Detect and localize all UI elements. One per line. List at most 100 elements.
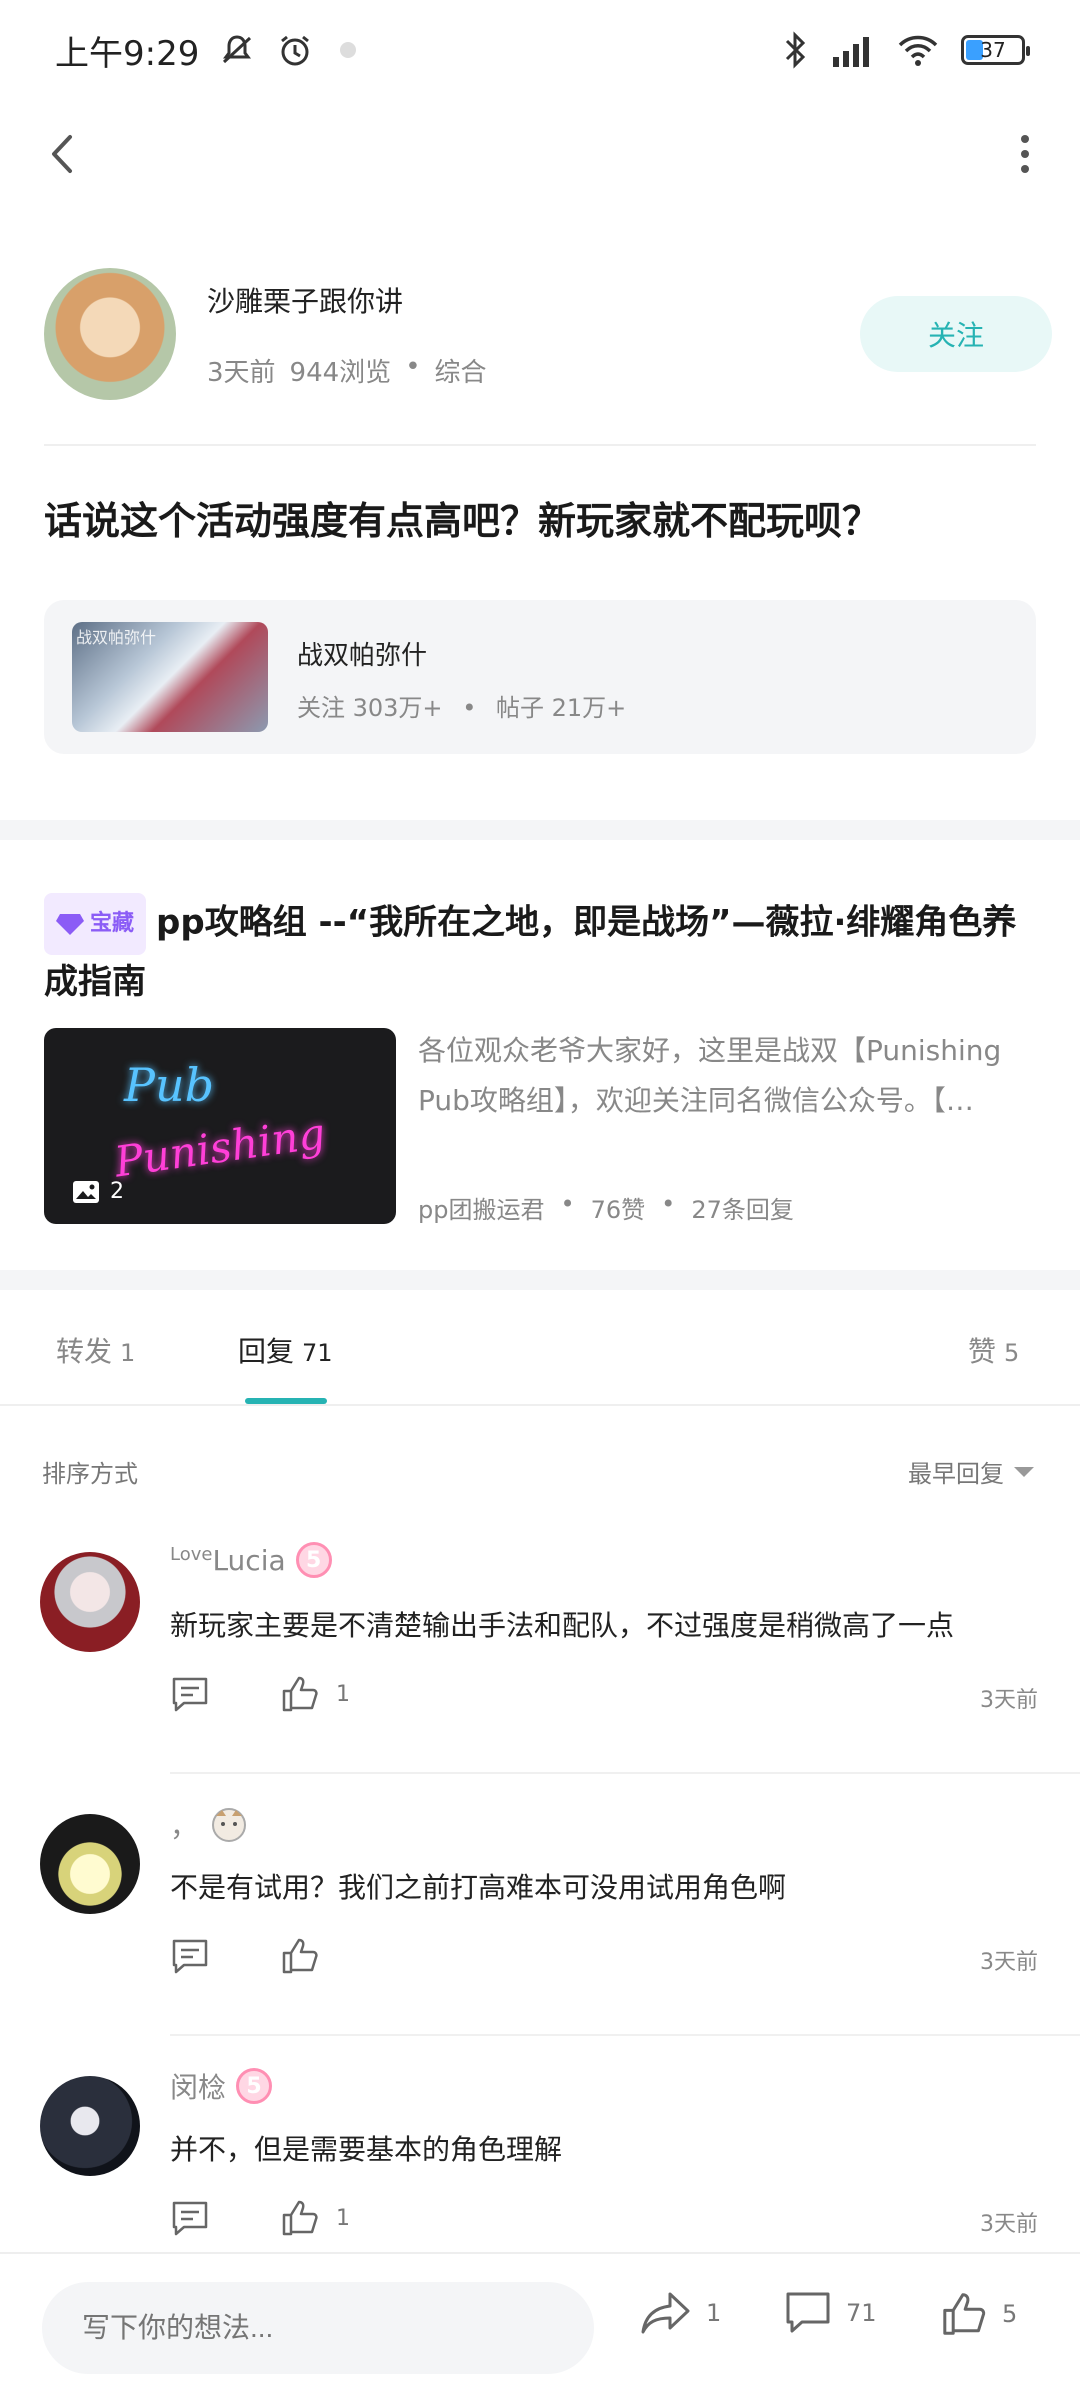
author-header: 沙雕栗子跟你讲 3天前 944浏览 • 综合 关注 <box>44 268 1052 400</box>
post-meta: 3天前 944浏览 • 综合 <box>207 352 487 389</box>
signal-icon <box>833 37 869 67</box>
like-post-button[interactable]: 5 <box>940 2290 1017 2338</box>
image-count-value: 2 <box>110 1179 124 1204</box>
meta-dot: • <box>661 1190 676 1218</box>
game-followers: 关注 303万+ <box>297 694 443 722</box>
commenter-name[interactable]: 闵棯 5 <box>170 2066 273 2106</box>
author-avatar[interactable] <box>44 268 176 400</box>
like-count: 1 <box>336 2205 350 2231</box>
reply-icon <box>172 2201 208 2236</box>
treasure-badge: 宝藏 <box>44 893 147 955</box>
tab-label: 回复 <box>238 1335 295 1368</box>
comment-actions: 1 <box>170 2198 350 2238</box>
comment-time: 3天前 <box>980 1688 1038 1713</box>
sort-dropdown[interactable]: 最早回复 <box>908 1454 1034 1489</box>
game-thumb-watermark: 战双帕弥什 <box>76 628 157 647</box>
thumbs-up-icon <box>282 1938 318 1974</box>
post-category: 综合 <box>434 358 487 388</box>
name-text: ， <box>170 1810 199 1843</box>
tab-count: 71 <box>302 1339 333 1367</box>
like-button[interactable] <box>280 1936 336 1976</box>
tab-label: 转发 <box>56 1335 113 1368</box>
image-count: 2 <box>72 1179 124 1204</box>
featured-title: pp攻略组 --“我所在之地，即是战场”—薇拉·绯耀角色养成指南 <box>44 902 1017 1003</box>
comments-button[interactable]: 71 <box>784 2290 877 2336</box>
like-button[interactable]: 1 <box>280 1674 350 1714</box>
wifi-icon <box>898 35 938 66</box>
commenter-name[interactable]: LoveLucia 5 <box>170 1542 332 1578</box>
meta-dot: • <box>560 1190 575 1218</box>
comment-time: 3天前 <box>980 1950 1038 1975</box>
commenter-avatar[interactable] <box>40 2076 140 2176</box>
featured-title-line: 宝藏 pp攻略组 --“我所在之地，即是战场”—薇拉·绯耀角色养成指南 <box>44 893 1044 1009</box>
share-button[interactable]: 1 <box>640 2290 721 2336</box>
sort-value: 最早回复 <box>908 1460 1004 1488</box>
section-gap <box>0 1270 1080 1290</box>
name-text: Lucia <box>212 1543 286 1577</box>
status-bar: 上午9:29 37 <box>0 0 1080 100</box>
comment-actions <box>170 1936 336 1976</box>
game-card[interactable]: 战双帕弥什 战双帕弥什 关注 303万+ • 帖子 21万+ <box>44 600 1036 754</box>
reply-button[interactable] <box>170 1937 210 1975</box>
featured-post[interactable]: 宝藏 pp攻略组 --“我所在之地，即是战场”—薇拉·绯耀角色养成指南 <box>44 893 1044 1009</box>
tab-replies[interactable]: 回复 71 <box>238 1330 333 1370</box>
featured-thumbnail[interactable]: Pub Punishing 2 <box>44 1028 396 1224</box>
status-time: 上午9:29 <box>55 33 200 74</box>
game-stats: 关注 303万+ • 帖子 21万+ <box>297 688 626 723</box>
like-button[interactable]: 1 <box>280 2198 350 2238</box>
neon-pub-text: Pub <box>124 1058 215 1112</box>
level-badge: 5 <box>295 1542 332 1578</box>
alarm-icon <box>281 35 310 66</box>
battery-level: 37 <box>980 38 1006 62</box>
battery-icon: 37 <box>961 35 1030 65</box>
diamond-icon <box>56 914 84 935</box>
post-time: 3天前 <box>207 358 276 388</box>
comment-count: 71 <box>846 2299 877 2327</box>
chevron-down-icon <box>1014 1466 1034 1477</box>
follow-button[interactable]: 关注 <box>860 296 1052 372</box>
comment-item: ， 不是有试用？我们之前打高难本可没用试用角色啊 3天前 <box>0 1774 1080 2036</box>
featured-replies: 27条回复 <box>691 1196 794 1224</box>
tab-count: 1 <box>120 1339 136 1367</box>
featured-meta: pp团搬运君 • 76赞 • 27条回复 <box>418 1190 794 1225</box>
thumbs-up-icon <box>282 1676 318 1712</box>
stats-dot: • <box>462 694 477 722</box>
back-icon[interactable] <box>40 129 90 179</box>
featured-description: 各位观众老爷大家好，这里是战双【Punishing Pub攻略组】，欢迎关注同名… <box>418 1034 1002 1117</box>
game-thumbnail: 战双帕弥什 <box>72 622 268 732</box>
game-name: 战双帕弥什 <box>297 641 428 671</box>
comment-actions: 1 <box>170 1674 350 1714</box>
tab-bar: 转发 1 回复 71 赞5 <box>0 1290 1080 1406</box>
mute-icon <box>223 35 252 64</box>
tab-count: 5 <box>1004 1339 1020 1367</box>
sort-bar: 排序方式 最早回复 <box>0 1440 1080 1510</box>
post-title: 话说这个活动强度有点高吧？新玩家就不配玩呗？ <box>44 499 881 543</box>
commenter-avatar[interactable] <box>40 1814 140 1914</box>
reply-icon <box>172 1677 208 1712</box>
commenter-avatar[interactable] <box>40 1552 140 1652</box>
more-options-icon[interactable] <box>1010 129 1040 179</box>
tab-likes[interactable]: 赞5 <box>968 1330 1019 1370</box>
post-views: 944浏览 <box>289 358 392 388</box>
notification-icon <box>340 42 357 58</box>
commenter-name[interactable]: ， <box>170 1804 250 1846</box>
thumbs-up-icon <box>943 2293 986 2335</box>
bluetooth-icon <box>785 31 806 69</box>
reply-button[interactable] <box>170 1675 210 1713</box>
like-count: 1 <box>336 1681 350 1707</box>
reply-button[interactable] <box>170 2199 210 2237</box>
tab-shares[interactable]: 转发 1 <box>56 1330 135 1370</box>
meta-dot: • <box>405 352 421 382</box>
thumbs-up-icon <box>282 2200 318 2236</box>
reply-icon <box>172 1939 208 1974</box>
comment-input[interactable] <box>42 2282 594 2374</box>
neon-punishing-text: Punishing <box>111 1108 329 1187</box>
author-name[interactable]: 沙雕栗子跟你讲 <box>207 280 403 320</box>
name-prefix: Love <box>170 1543 213 1565</box>
image-icon <box>73 1180 99 1203</box>
sort-label: 排序方式 <box>42 1460 138 1488</box>
divider <box>44 444 1036 446</box>
badge-label: 宝藏 <box>90 911 135 936</box>
comment-time: 3天前 <box>980 2212 1038 2237</box>
comment-text: 并不，但是需要基本的角色理解 <box>170 2133 563 2166</box>
